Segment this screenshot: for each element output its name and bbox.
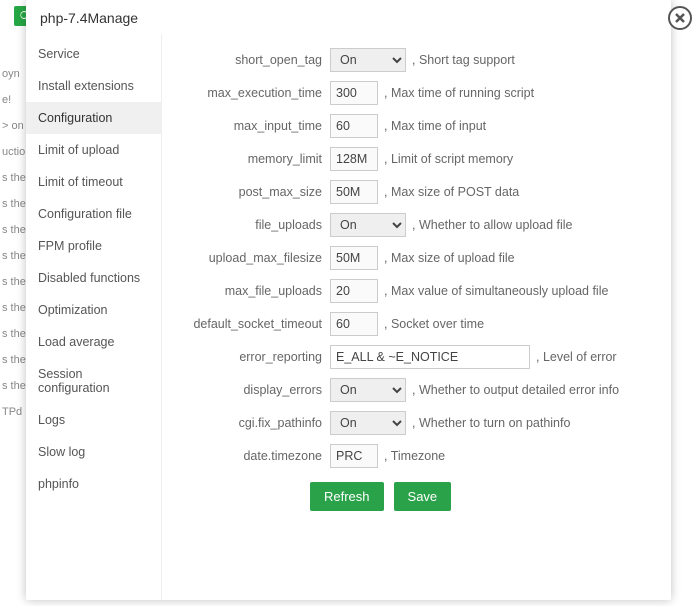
config-desc: , Whether to allow upload file bbox=[412, 218, 573, 232]
config-select-cgi-fix-pathinfo[interactable]: On bbox=[330, 411, 406, 435]
config-row-post-max-size: post_max_size , Max size of POST data bbox=[172, 180, 653, 204]
config-input-max-execution-time[interactable] bbox=[330, 81, 378, 105]
refresh-button[interactable]: Refresh bbox=[310, 482, 384, 511]
config-panel: short_open_tagOn, Short tag supportmax_e… bbox=[162, 34, 671, 600]
config-label: max_input_time bbox=[172, 119, 330, 133]
config-desc: , Socket over time bbox=[384, 317, 484, 331]
background-page: oyne!> onuctios thes thes thes thes thes… bbox=[0, 0, 26, 606]
config-desc: , Timezone bbox=[384, 449, 445, 463]
config-desc: , Level of error bbox=[536, 350, 617, 364]
config-label: cgi.fix_pathinfo bbox=[172, 416, 330, 430]
config-desc: , Whether to turn on pathinfo bbox=[412, 416, 570, 430]
config-input-date-timezone[interactable] bbox=[330, 444, 378, 468]
config-row-memory-limit: memory_limit , Limit of script memory bbox=[172, 147, 653, 171]
sidebar-item-install-extensions[interactable]: Install extensions bbox=[26, 70, 161, 102]
config-select-file-uploads[interactable]: On bbox=[330, 213, 406, 237]
config-desc: , Max time of input bbox=[384, 119, 486, 133]
config-select-short-open-tag[interactable]: On bbox=[330, 48, 406, 72]
sidebar-item-limit-of-upload[interactable]: Limit of upload bbox=[26, 134, 161, 166]
config-input-max-file-uploads[interactable] bbox=[330, 279, 378, 303]
config-desc: , Max size of upload file bbox=[384, 251, 515, 265]
sidebar-item-configuration-file[interactable]: Configuration file bbox=[26, 198, 161, 230]
sidebar: ServiceInstall extensionsConfigurationLi… bbox=[26, 34, 162, 600]
config-row-max-file-uploads: max_file_uploads , Max value of simultane… bbox=[172, 279, 653, 303]
config-label: max_file_uploads bbox=[172, 284, 330, 298]
config-label: default_socket_timeout bbox=[172, 317, 330, 331]
config-input-post-max-size[interactable] bbox=[330, 180, 378, 204]
config-input-max-input-time[interactable] bbox=[330, 114, 378, 138]
save-button[interactable]: Save bbox=[394, 482, 452, 511]
sidebar-item-phpinfo[interactable]: phpinfo bbox=[26, 468, 161, 500]
config-desc: , Limit of script memory bbox=[384, 152, 513, 166]
config-row-max-execution-time: max_execution_time , Max time of running … bbox=[172, 81, 653, 105]
sidebar-item-optimization[interactable]: Optimization bbox=[26, 294, 161, 326]
config-desc: , Whether to output detailed error info bbox=[412, 383, 619, 397]
config-label: max_execution_time bbox=[172, 86, 330, 100]
sidebar-item-logs[interactable]: Logs bbox=[26, 404, 161, 436]
config-input-memory-limit[interactable] bbox=[330, 147, 378, 171]
config-label: display_errors bbox=[172, 383, 330, 397]
config-label: error_reporting bbox=[172, 350, 330, 364]
sidebar-item-session-configuration[interactable]: Session configuration bbox=[26, 358, 161, 404]
sidebar-item-load-average[interactable]: Load average bbox=[26, 326, 161, 358]
sidebar-item-slow-log[interactable]: Slow log bbox=[26, 436, 161, 468]
config-desc: , Short tag support bbox=[412, 53, 515, 67]
sidebar-item-service[interactable]: Service bbox=[26, 38, 161, 70]
config-label: file_uploads bbox=[172, 218, 330, 232]
close-button[interactable] bbox=[668, 6, 692, 30]
sidebar-item-limit-of-timeout[interactable]: Limit of timeout bbox=[26, 166, 161, 198]
config-row-date-timezone: date.timezone , Timezone bbox=[172, 444, 653, 468]
config-label: short_open_tag bbox=[172, 53, 330, 67]
config-select-display-errors[interactable]: On bbox=[330, 378, 406, 402]
config-row-upload-max-filesize: upload_max_filesize , Max size of upload … bbox=[172, 246, 653, 270]
config-desc: , Max time of running script bbox=[384, 86, 534, 100]
config-input-upload-max-filesize[interactable] bbox=[330, 246, 378, 270]
config-input-error-reporting[interactable] bbox=[330, 345, 530, 369]
config-input-default-socket-timeout[interactable] bbox=[330, 312, 378, 336]
config-label: date.timezone bbox=[172, 449, 330, 463]
sidebar-item-fpm-profile[interactable]: FPM profile bbox=[26, 230, 161, 262]
config-row-default-socket-timeout: default_socket_timeout , Socket over time bbox=[172, 312, 653, 336]
config-label: upload_max_filesize bbox=[172, 251, 330, 265]
config-desc: , Max size of POST data bbox=[384, 185, 519, 199]
config-row-display-errors: display_errorsOn , Whether to output deta… bbox=[172, 378, 653, 402]
config-row-file-uploads: file_uploadsOn , Whether to allow upload … bbox=[172, 213, 653, 237]
modal-title: php-7.4Manage bbox=[26, 0, 671, 34]
sidebar-item-configuration[interactable]: Configuration bbox=[26, 102, 161, 134]
config-desc: , Max value of simultaneously upload fil… bbox=[384, 284, 608, 298]
config-row-short-open-tag: short_open_tagOn , Short tag support bbox=[172, 48, 653, 72]
config-label: memory_limit bbox=[172, 152, 330, 166]
config-row-max-input-time: max_input_time , Max time of input bbox=[172, 114, 653, 138]
config-row-cgi-fix-pathinfo: cgi.fix_pathinfoOn , Whether to turn on p… bbox=[172, 411, 653, 435]
sidebar-item-disabled-functions[interactable]: Disabled functions bbox=[26, 262, 161, 294]
close-icon bbox=[674, 12, 686, 24]
config-row-error-reporting: error_reporting , Level of error bbox=[172, 345, 653, 369]
config-label: post_max_size bbox=[172, 185, 330, 199]
php-manage-modal: php-7.4Manage ServiceInstall extensionsC… bbox=[26, 0, 671, 600]
